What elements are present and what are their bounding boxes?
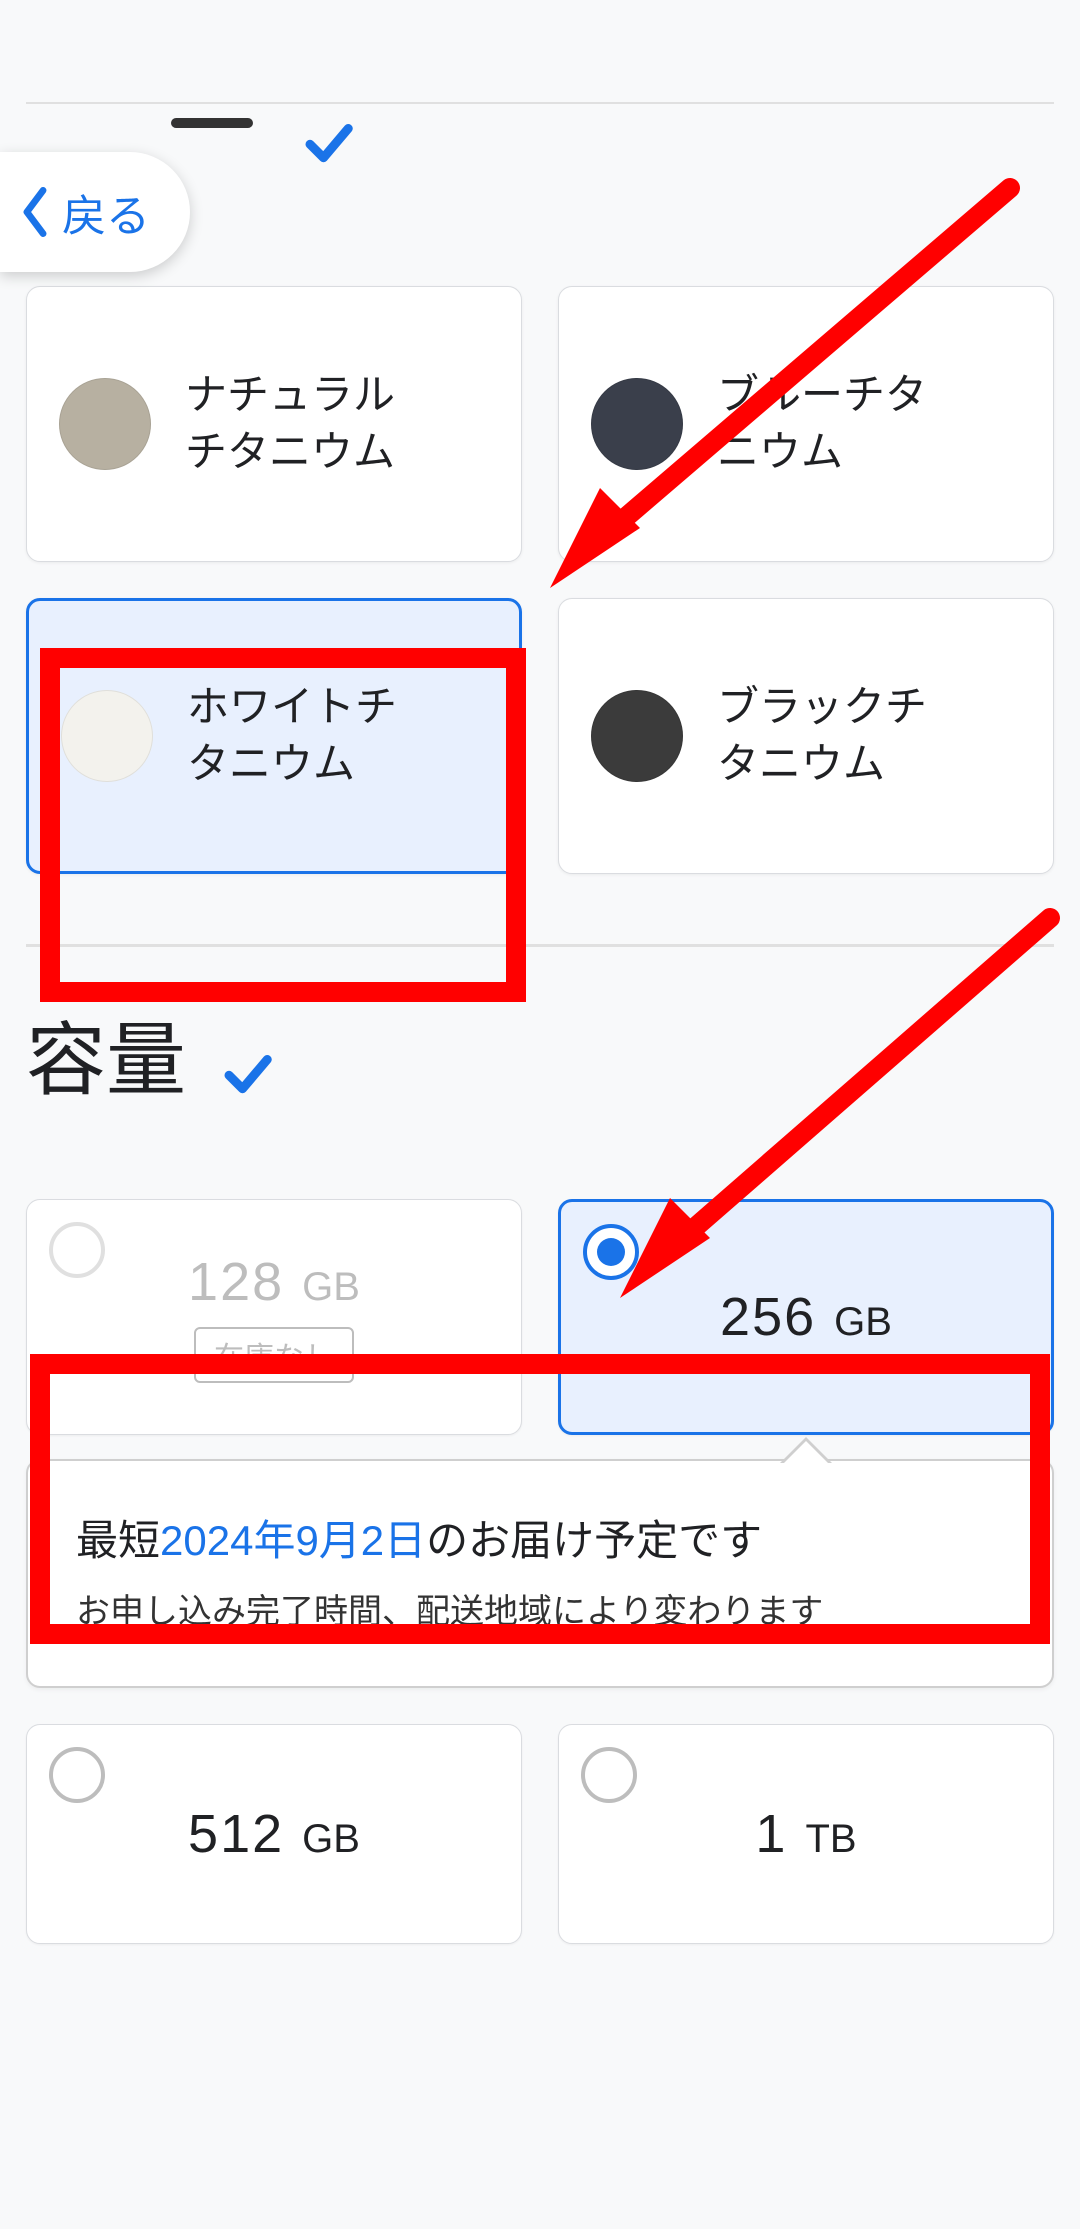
capacity-option-512[interactable]: 512 GB bbox=[26, 1724, 522, 1944]
capacity-unit: GB bbox=[302, 1817, 360, 1862]
capacity-option-grid-2: 512 GB 1 TB bbox=[26, 1724, 1054, 1944]
color-swatch bbox=[591, 690, 683, 782]
delivery-prefix: 最短 bbox=[76, 1517, 160, 1564]
section-color-title-fragment bbox=[171, 118, 253, 128]
color-swatch bbox=[61, 690, 153, 782]
color-label: ホワイトチ タニウム bbox=[187, 679, 397, 792]
chevron-left-icon bbox=[18, 185, 52, 239]
color-label: ナチュラル チタニウム bbox=[185, 367, 395, 480]
capacity-value: 512 bbox=[188, 1803, 284, 1865]
color-option-natural[interactable]: ナチュラル チタニウム bbox=[26, 286, 522, 562]
capacity-unit: TB bbox=[805, 1817, 856, 1862]
section-color-header bbox=[26, 78, 1054, 168]
delivery-estimate-bubble: 最短2024年9月2日のお届け予定です お申し込み完了時間、配送地域により変わり… bbox=[26, 1459, 1054, 1688]
capacity-value: 1 bbox=[755, 1803, 787, 1865]
delivery-note: お申し込み完了時間、配送地域により変わります bbox=[76, 1584, 1004, 1642]
radio-icon bbox=[581, 1747, 637, 1803]
annotation-arrow-1 bbox=[500, 168, 1040, 598]
radio-icon bbox=[49, 1222, 105, 1278]
check-icon bbox=[220, 1027, 274, 1081]
capacity-value: 128 bbox=[188, 1251, 284, 1313]
annotation-arrow-2 bbox=[560, 898, 1080, 1318]
section-capacity-title: 容量 bbox=[26, 996, 186, 1112]
color-swatch bbox=[59, 378, 151, 470]
back-label: 戻る bbox=[62, 180, 150, 244]
capacity-option-1tb[interactable]: 1 TB bbox=[558, 1724, 1054, 1944]
check-icon bbox=[301, 96, 355, 150]
back-button[interactable]: 戻る bbox=[0, 152, 190, 272]
color-option-black[interactable]: ブラックチ タニウム bbox=[558, 598, 1054, 874]
delivery-suffix: のお届け予定です bbox=[426, 1517, 762, 1564]
capacity-option-128: 128 GB 在庫なし bbox=[26, 1199, 522, 1435]
color-label: ブラックチ タニウム bbox=[717, 679, 927, 792]
radio-icon bbox=[49, 1747, 105, 1803]
color-option-white[interactable]: ホワイトチ タニウム bbox=[26, 598, 522, 874]
out-of-stock-badge: 在庫なし bbox=[194, 1327, 354, 1383]
capacity-unit: GB bbox=[302, 1265, 360, 1310]
delivery-date: 2024年9月2日 bbox=[160, 1517, 426, 1564]
